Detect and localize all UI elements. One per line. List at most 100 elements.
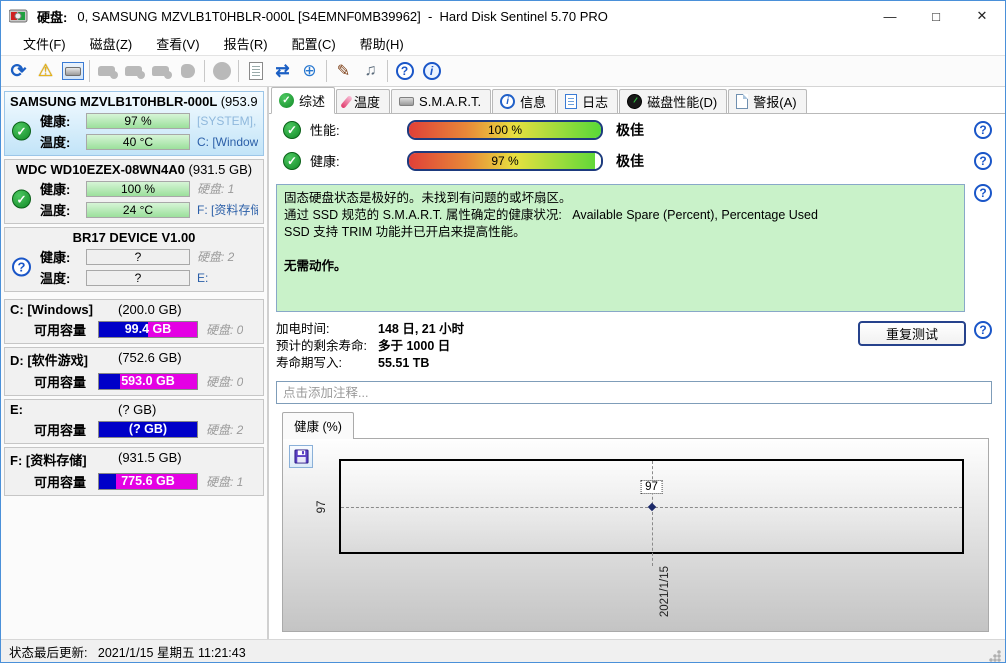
- partition-size: (752.6 GB): [118, 350, 182, 369]
- health-label: 健康:: [40, 247, 86, 266]
- data-point-label: 97: [640, 480, 663, 494]
- partition-size: (200.0 GB): [118, 302, 182, 317]
- network-icon[interactable]: ⊕: [296, 58, 323, 84]
- tab-disk-performance[interactable]: 磁盘性能(D): [619, 89, 727, 113]
- performance-help-icon[interactable]: ?: [974, 121, 992, 139]
- capacity-label: 可用容量: [34, 372, 98, 391]
- lifetime-stats: 加电时间:148 日, 21 小时 预计的剩余寿命:多于 1000 日 寿命期写…: [276, 321, 464, 372]
- sounds-icon[interactable]: ♫: [357, 58, 384, 84]
- tab-alerts[interactable]: 警报(A): [728, 89, 806, 113]
- about-icon[interactable]: i: [418, 58, 445, 84]
- tab-temperature[interactable]: 温度: [336, 89, 390, 113]
- maximize-button[interactable]: □: [913, 1, 959, 31]
- status-line: SSD 支持 TRIM 功能并已开启来提高性能。: [284, 224, 957, 241]
- report-icon[interactable]: [242, 58, 269, 84]
- capacity-bar: 775.6 GB: [98, 473, 198, 490]
- disk-ok-icon-disabled: [147, 58, 174, 84]
- help-icon[interactable]: ?: [391, 58, 418, 84]
- status-help-icon[interactable]: ?: [974, 184, 992, 202]
- disk-note: F: [资料存储]: [197, 201, 258, 218]
- save-chart-button[interactable]: [289, 445, 313, 468]
- minimize-button[interactable]: —: [867, 1, 913, 31]
- capacity-row: 可用容量 593.0 GB 硬盘: 0: [10, 370, 258, 392]
- lifetime-writes-value: 55.51 TB: [378, 355, 429, 372]
- resize-grip-icon[interactable]: [989, 650, 1001, 662]
- disk-arrow-icon-disabled: [174, 58, 201, 84]
- close-button[interactable]: ✕: [959, 1, 1005, 31]
- tab-overview[interactable]: ✓综述: [271, 87, 335, 114]
- status-line: [284, 241, 957, 258]
- send-report-icon[interactable]: ⇄: [269, 58, 296, 84]
- health-chart-section: 健康 (%) 97: [269, 404, 1005, 639]
- action-icon-disabled: [208, 58, 235, 84]
- toolbar-separator: [387, 60, 388, 82]
- app-window: 硬盘: 0, SAMSUNG MZVLB1T0HBLR-000L [S4EMNF…: [0, 0, 1006, 663]
- chart-tab-health[interactable]: 健康 (%): [282, 412, 354, 439]
- menu-disk[interactable]: 磁盘(Z): [78, 31, 145, 56]
- tab-information[interactable]: i信息: [492, 89, 556, 113]
- temp-row: 温度: 24 °C F: [资料存储]: [40, 199, 258, 220]
- menu-help[interactable]: 帮助(H): [348, 31, 416, 56]
- sidebar-partition-f[interactable]: F: [资料存储](931.5 GB) 可用容量 775.6 GB 硬盘: 1: [4, 447, 264, 496]
- capacity-row: 可用容量 99.4 GB 硬盘: 0: [10, 318, 258, 340]
- toolbar-separator: [238, 60, 239, 82]
- tab-smart[interactable]: S.M.A.R.T.: [391, 89, 491, 113]
- disk-status-text-box: 固态硬盘状态是极好的。未找到有问题的或坏扇区。 通过 SSD 规范的 S.M.A…: [276, 184, 965, 312]
- status-unknown-icon: ?: [12, 258, 31, 277]
- sidebar-partition-d[interactable]: D: [软件游戏](752.6 GB) 可用容量 593.0 GB 硬盘: 0: [4, 347, 264, 396]
- app-logo-icon: [9, 8, 29, 24]
- health-bar: 97 %: [407, 151, 603, 171]
- status-text-row: 固态硬盘状态是极好的。未找到有问题的或坏扇区。 通过 SSD 规范的 S.M.A…: [269, 176, 1005, 312]
- menu-config[interactable]: 配置(C): [280, 31, 348, 56]
- partition-size: (? GB): [118, 402, 156, 417]
- health-history-plot: 97 97 2021/1/15: [339, 459, 964, 554]
- floppy-disk-icon: [294, 449, 309, 464]
- sidebar-disk-wdc[interactable]: WDC WD10EZEX-08WN4A0 (931.5 GB) ✓ 健康: 10…: [4, 159, 264, 224]
- temp-bar: 24 °C: [86, 202, 190, 218]
- sidebar-partition-c[interactable]: C: [Windows](200.0 GB) 可用容量 99.4 GB 硬盘: …: [4, 299, 264, 344]
- capacity-row: 可用容量 775.6 GB 硬盘: 1: [10, 470, 258, 492]
- performance-gauge-row: ✓ 性能: 100 % 极佳 ?: [269, 114, 1005, 145]
- disk-note: C: [Windows],: [197, 135, 258, 149]
- log-document-icon: [565, 94, 577, 109]
- health-rating: 极佳: [616, 151, 644, 171]
- gauge-icon: [627, 94, 642, 109]
- capacity-bar: 99.4 GB: [98, 321, 198, 338]
- disk-op-icon-disabled: [93, 58, 120, 84]
- sidebar-disk-samsung[interactable]: SAMSUNG MZVLB1T0HBLR-000L (953.9 GB) ✓ 健…: [4, 91, 264, 156]
- configure-icon[interactable]: ✎: [330, 58, 357, 84]
- sidebar-device-br17[interactable]: BR17 DEVICE V1.00 ? 健康: ? 硬盘: 2 温度: ? E:: [4, 227, 264, 292]
- sidebar-partition-e[interactable]: E:(? GB) 可用容量 (? GB) 硬盘: 2: [4, 399, 264, 444]
- retest-button[interactable]: 重复测试: [858, 321, 966, 346]
- menu-view[interactable]: 查看(V): [144, 31, 211, 56]
- performance-label: 性能:: [310, 120, 407, 139]
- tab-log[interactable]: 日志: [557, 89, 618, 113]
- status-last-updated: 状态最后更新: 2021/1/15 星期五 11:21:43: [9, 642, 246, 661]
- toolbar-separator: [89, 60, 90, 82]
- capacity-bar: (? GB): [98, 421, 198, 438]
- capacity-label: 可用容量: [34, 420, 98, 439]
- disk-title: BR17 DEVICE V1.00: [73, 230, 196, 245]
- status-ok-icon: ✓: [12, 190, 31, 209]
- lifetime-writes-label: 寿命期写入:: [276, 355, 378, 372]
- comment-input[interactable]: [276, 381, 992, 404]
- window-title: 0, SAMSUNG MZVLB1T0HBLR-000L [S4EMNF0MB3…: [77, 9, 608, 24]
- disk-note: [SYSTEM], [W: [197, 114, 258, 128]
- alert-page-icon: [736, 94, 748, 109]
- lifetime-stats-row: 加电时间:148 日, 21 小时 预计的剩余寿命:多于 1000 日 寿命期写…: [269, 312, 1005, 372]
- performance-bar: 100 %: [407, 120, 603, 140]
- capacity-label: 可用容量: [34, 472, 98, 491]
- x-axis-tick-label: 2021/1/15: [659, 566, 671, 617]
- retest-help-icon[interactable]: ?: [974, 321, 992, 339]
- alert-settings-icon[interactable]: ⚠: [32, 58, 59, 84]
- menu-file[interactable]: 文件(F): [11, 31, 78, 56]
- toolbar-separator: [204, 60, 205, 82]
- thermometer-icon: [340, 95, 353, 109]
- health-chart-panel: 97 97 2021/1/15: [282, 438, 989, 632]
- disk-note: 硬盘: 1: [197, 180, 234, 197]
- refresh-icon[interactable]: ⟳: [5, 58, 32, 84]
- partition-size: (931.5 GB): [118, 450, 182, 469]
- menu-report[interactable]: 报告(R): [212, 31, 280, 56]
- health-help-icon[interactable]: ?: [974, 152, 992, 170]
- disk-detect-icon[interactable]: [59, 58, 86, 84]
